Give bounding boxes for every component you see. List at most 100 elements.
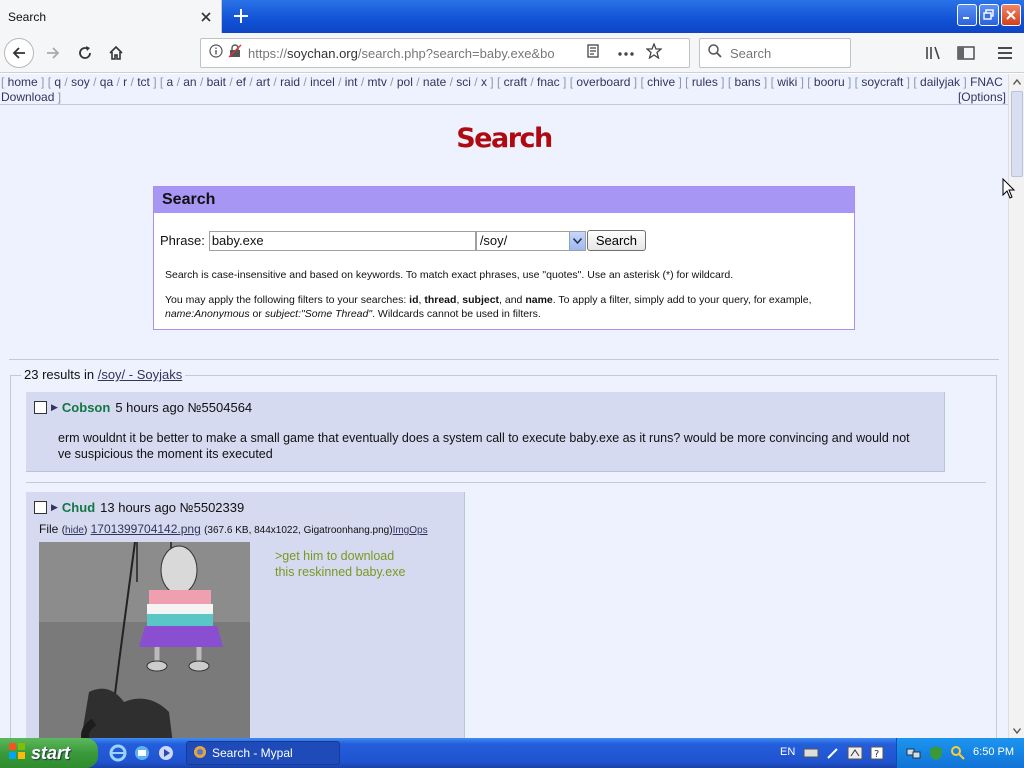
post-menu-triangle-icon[interactable]: ▶ — [51, 402, 58, 413]
post-number[interactable]: №5504564 — [188, 400, 253, 415]
nav-link-sci[interactable]: sci — [456, 75, 471, 89]
post-number[interactable]: №5502339 — [180, 500, 245, 515]
file-link[interactable]: 1701399704142.png — [91, 522, 201, 536]
imgops-link[interactable]: ImgOps — [393, 525, 428, 536]
nav-separator: / — [246, 75, 257, 89]
nav-bracket: ] — [797, 75, 808, 89]
nav-link-nate[interactable]: nate — [423, 75, 446, 89]
insecure-lock-icon[interactable] — [228, 43, 242, 63]
nav-link-an[interactable]: an — [183, 75, 196, 89]
tray-search-icon[interactable] — [949, 744, 967, 762]
media-player-icon[interactable] — [156, 743, 176, 763]
nav-link-qa[interactable]: qa — [100, 75, 113, 89]
nav-link-raid[interactable]: raid — [280, 75, 300, 89]
board-link[interactable]: /soy/ - Soyjaks — [98, 367, 183, 382]
scroll-down-icon[interactable] — [1009, 723, 1024, 738]
close-window-icon[interactable] — [1001, 4, 1021, 26]
nav-link-ef[interactable]: ef — [236, 75, 246, 89]
nav-link-overboard[interactable]: overboard — [576, 75, 630, 89]
nav-link-craft[interactable]: craft — [504, 75, 527, 89]
nav-link-home[interactable]: home — [8, 75, 38, 89]
reader-view-icon[interactable] — [586, 43, 600, 63]
clock[interactable]: 6:50 PM — [973, 746, 1014, 758]
scrollbar-thumb[interactable] — [1011, 91, 1023, 177]
nav-link-bans[interactable]: bans — [735, 75, 761, 89]
nav-link-mtv[interactable]: mtv — [368, 75, 387, 89]
url-bar[interactable]: https://soychan.org/search.php?search=ba… — [200, 38, 690, 68]
search-form: Search Phrase: /soy/ Search Search is ca… — [153, 186, 855, 330]
minimize-icon[interactable] — [957, 4, 977, 26]
nav-bracket: ] — [630, 75, 641, 89]
nav-link-dailyjak[interactable]: dailyjak — [920, 75, 960, 89]
keyboard-icon[interactable] — [802, 744, 820, 762]
nav-separator: / — [127, 75, 138, 89]
nav-link-art[interactable]: art — [256, 75, 270, 89]
options-link[interactable]: [Options] — [958, 90, 1006, 105]
language-bar-icon[interactable] — [846, 744, 864, 762]
phrase-input[interactable] — [208, 230, 476, 251]
nav-link-pol[interactable]: pol — [397, 75, 413, 89]
search-button[interactable]: Search — [586, 230, 647, 251]
email-client-icon[interactable] — [132, 743, 152, 763]
browser-tab[interactable]: Search — [0, 0, 222, 33]
nav-toolbar: https://soychan.org/search.php?search=ba… — [0, 33, 1024, 73]
forward-button[interactable] — [38, 38, 68, 68]
restore-icon[interactable] — [979, 4, 999, 26]
nav-link-wiki[interactable]: wiki — [777, 75, 797, 89]
vertical-scrollbar[interactable] — [1008, 74, 1024, 738]
nav-link-fnac[interactable]: fnac — [537, 75, 560, 89]
nav-link-rules[interactable]: rules — [692, 75, 718, 89]
post-image-thumbnail[interactable] — [39, 542, 250, 738]
nav-link-incel[interactable]: incel — [310, 75, 335, 89]
hide-link[interactable]: hide — [65, 525, 84, 536]
nav-link-booru[interactable]: booru — [814, 75, 845, 89]
browser-search-bar[interactable] — [699, 38, 851, 68]
nav-link-int[interactable]: int — [345, 75, 358, 89]
library-icon[interactable] — [922, 41, 946, 65]
nav-bracket: [ — [913, 75, 921, 89]
tab-close-icon[interactable] — [195, 6, 217, 28]
nav-separator: / — [357, 75, 368, 89]
nav-link-chive[interactable]: chive — [647, 75, 675, 89]
network-icon[interactable] — [905, 744, 923, 762]
language-indicator[interactable]: EN — [780, 746, 795, 758]
svg-text:?: ? — [874, 749, 879, 760]
nav-bracket: ] — [675, 75, 686, 89]
post-checkbox[interactable] — [34, 401, 47, 414]
scroll-up-icon[interactable] — [1009, 74, 1024, 89]
page-actions-icon[interactable] — [618, 44, 634, 62]
info-icon[interactable] — [209, 43, 223, 63]
nav-link-bait[interactable]: bait — [207, 75, 226, 89]
pen-icon[interactable] — [824, 744, 842, 762]
nav-separator: / — [412, 75, 423, 89]
start-button[interactable]: start — [0, 738, 98, 768]
reload-icon[interactable] — [70, 38, 100, 68]
menu-icon[interactable] — [993, 41, 1017, 65]
taskbar-item-label: Search - Mypal — [212, 746, 293, 760]
nav-link-fnac-download[interactable]: FNAC — [970, 75, 1003, 89]
bookmark-star-icon[interactable] — [645, 41, 663, 64]
post-header: ▶ Cobson 5 hours ago №5504564 — [34, 400, 252, 415]
board-navigation: [ home ] [ q / soy / qa / r / tct ] [ a … — [0, 74, 1008, 105]
help-icon[interactable]: ? — [868, 744, 886, 762]
nav-bracket: ] — [760, 75, 771, 89]
windows-logo-icon — [8, 742, 26, 765]
sidebar-icon[interactable] — [954, 41, 978, 65]
nav-link-soycraft[interactable]: soycraft — [861, 75, 903, 89]
mypal-icon — [193, 745, 207, 762]
taskbar-item-mypal[interactable]: Search - Mypal — [186, 741, 340, 765]
chevron-down-icon[interactable] — [568, 231, 585, 250]
browser-search-input[interactable] — [730, 45, 840, 61]
home-icon[interactable] — [101, 38, 131, 68]
board-select[interactable]: /soy/ — [475, 230, 586, 251]
back-button[interactable] — [4, 38, 34, 68]
post-menu-triangle-icon[interactable]: ▶ — [51, 502, 58, 513]
new-tab-icon[interactable] — [229, 5, 253, 27]
nav-bracket: ] — [559, 75, 570, 89]
post-checkbox[interactable] — [34, 501, 47, 514]
security-shield-icon[interactable] — [927, 744, 945, 762]
nav-link-soy[interactable]: soy — [71, 75, 90, 89]
nav-link-tct[interactable]: tct — [137, 75, 150, 89]
nav-link-download[interactable]: Download — [1, 90, 54, 104]
internet-explorer-icon[interactable] — [108, 743, 128, 763]
